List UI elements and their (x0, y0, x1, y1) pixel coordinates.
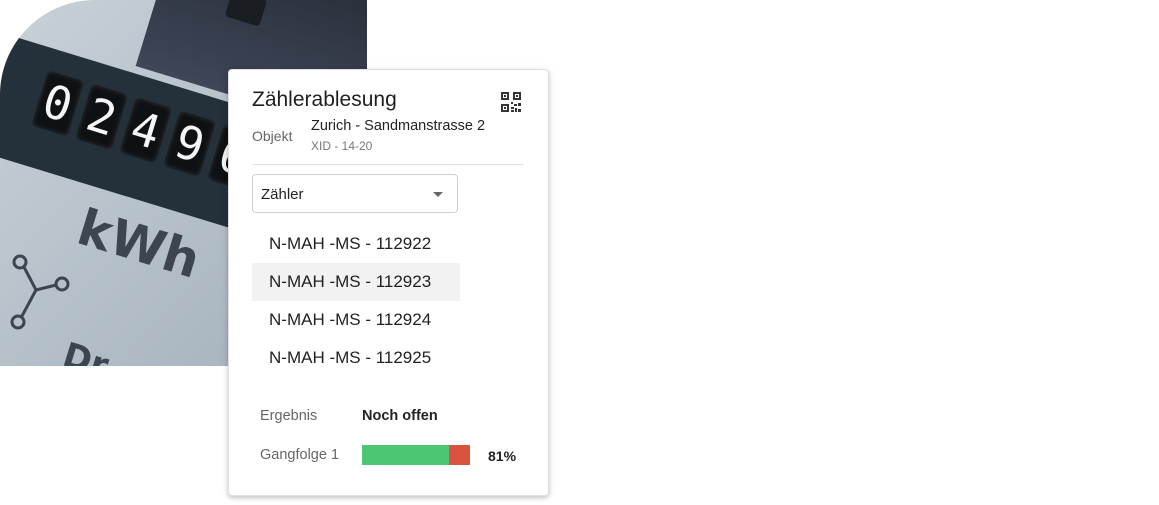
meter-partial-text: Dr (58, 335, 114, 366)
meter-option[interactable]: N-MAH -MS - 112923 (252, 263, 460, 301)
result-label: Ergebnis (260, 408, 318, 424)
progress-label: Gangfolge 1 (260, 447, 340, 463)
object-id: XID - 14-20 (311, 139, 373, 153)
progress-bar (362, 445, 470, 465)
progress-bar-fill (362, 445, 450, 465)
qr-code-icon[interactable] (501, 92, 521, 112)
progress-percent: 81% (488, 448, 517, 464)
meter-option[interactable]: N-MAH -MS - 112925 (252, 339, 460, 377)
result-value: Noch offen (362, 408, 438, 424)
object-label: Objekt (252, 128, 293, 144)
chevron-down-icon (433, 192, 443, 197)
meter-select[interactable]: Zähler (252, 174, 458, 213)
meter-option[interactable]: N-MAH -MS - 112922 (252, 225, 460, 263)
divider (252, 164, 524, 165)
meter-options-list: N-MAH -MS - 112922 N-MAH -MS - 112923 N-… (252, 225, 460, 377)
meter-reading-card: Zählerablesung Objekt Zurich - Sandmanst… (228, 69, 549, 496)
card-title: Zählerablesung (252, 88, 397, 111)
three-phase-symbol-icon (10, 254, 70, 330)
object-name: Zurich - Sandmanstrasse 2 (311, 118, 486, 134)
meter-option[interactable]: N-MAH -MS - 112924 (252, 301, 460, 339)
meter-select-value: Zähler (261, 186, 304, 203)
